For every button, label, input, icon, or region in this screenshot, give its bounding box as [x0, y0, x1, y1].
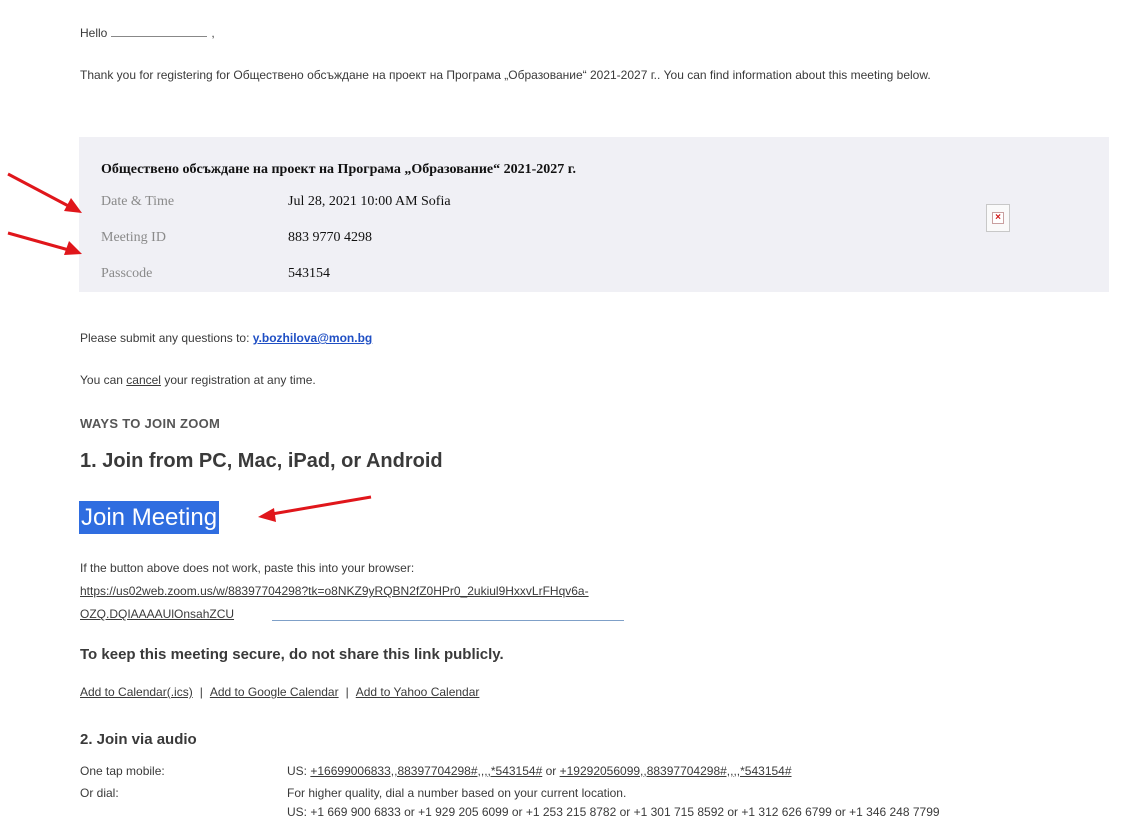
- cancel-line: You can cancel your registration at any …: [80, 373, 316, 387]
- join-url-link-line1[interactable]: https://us02web.zoom.us/w/88397704298?tk…: [80, 584, 589, 598]
- one-tap-numbers: US: +16699006833,,88397704298#,,,,*54315…: [287, 764, 792, 778]
- one-tap-number-1[interactable]: +16699006833,,88397704298#,,,,*543154#: [310, 764, 542, 778]
- cancel-prefix: You can: [80, 373, 123, 387]
- cancel-suffix: your registration at any time.: [164, 373, 316, 387]
- join-pc-heading: 1. Join from PC, Mac, iPad, or Android: [80, 450, 443, 472]
- one-tap-number-2[interactable]: +19292056099,,88397704298#,,,,*543154#: [560, 764, 792, 778]
- support-email-link[interactable]: y.bozhilova@mon.bg: [253, 331, 372, 345]
- url-underline-divider: [272, 620, 624, 621]
- calendar-links: Add to Calendar(.ics) | Add to Google Cale…: [80, 685, 479, 699]
- name-blank: [111, 26, 208, 37]
- date-time-label: Date & Time: [101, 194, 175, 209]
- fallback-instructions: If the button above does not work, paste…: [80, 561, 415, 575]
- greeting-hello: Hello: [80, 26, 108, 40]
- date-time-value: Jul 28, 2021 10:00 AM Sofia: [288, 194, 451, 209]
- join-url-link-line2[interactable]: OZQ.DQIAAAAUlOnsahZCU: [80, 607, 234, 621]
- meeting-id-label: Meeting ID: [101, 230, 166, 245]
- dial-label: Or dial:: [80, 786, 119, 800]
- cancel-registration-link[interactable]: cancel: [126, 373, 161, 387]
- join-audio-heading: 2. Join via audio: [80, 731, 197, 748]
- dial-numbers: US: +1 669 900 6833 or +1 929 205 6099 o…: [287, 805, 940, 819]
- questions-prefix: Please submit any questions to:: [80, 331, 250, 345]
- intro-text: Thank you for registering for Обществено…: [80, 68, 931, 82]
- calendar-separator: |: [199, 685, 203, 699]
- passcode-value: 543154: [288, 266, 330, 281]
- calendar-separator: |: [345, 685, 349, 699]
- ways-to-join-heading: WAYS TO JOIN ZOOM: [80, 416, 221, 431]
- meeting-id-value: 883 9770 4298: [288, 230, 372, 245]
- greeting-line: Hello,: [80, 26, 215, 40]
- arrow-to-join-button-icon: [258, 495, 372, 522]
- add-to-yahoo-calendar-link[interactable]: Add to Yahoo Calendar: [356, 685, 480, 699]
- questions-line: Please submit any questions to: y.bozhil…: [80, 331, 372, 345]
- greeting-comma: ,: [211, 26, 215, 40]
- add-to-google-calendar-link[interactable]: Add to Google Calendar: [210, 685, 339, 699]
- security-note: To keep this meeting secure, do not shar…: [80, 646, 504, 663]
- one-tap-or: or: [545, 764, 557, 778]
- passcode-label: Passcode: [101, 266, 153, 281]
- broken-image-icon: ×: [986, 204, 1010, 232]
- add-to-calendar-ics-link[interactable]: Add to Calendar(.ics): [80, 685, 193, 699]
- one-tap-label: One tap mobile:: [80, 764, 165, 778]
- meeting-title: Обществено обсъждане на проект на Програ…: [101, 162, 577, 177]
- dial-instructions: For higher quality, dial a number based …: [287, 786, 627, 800]
- meeting-info-card: Обществено обсъждане на проект на Програ…: [79, 137, 1109, 292]
- one-tap-prefix: US:: [287, 764, 308, 778]
- join-meeting-button[interactable]: Join Meeting: [79, 501, 220, 534]
